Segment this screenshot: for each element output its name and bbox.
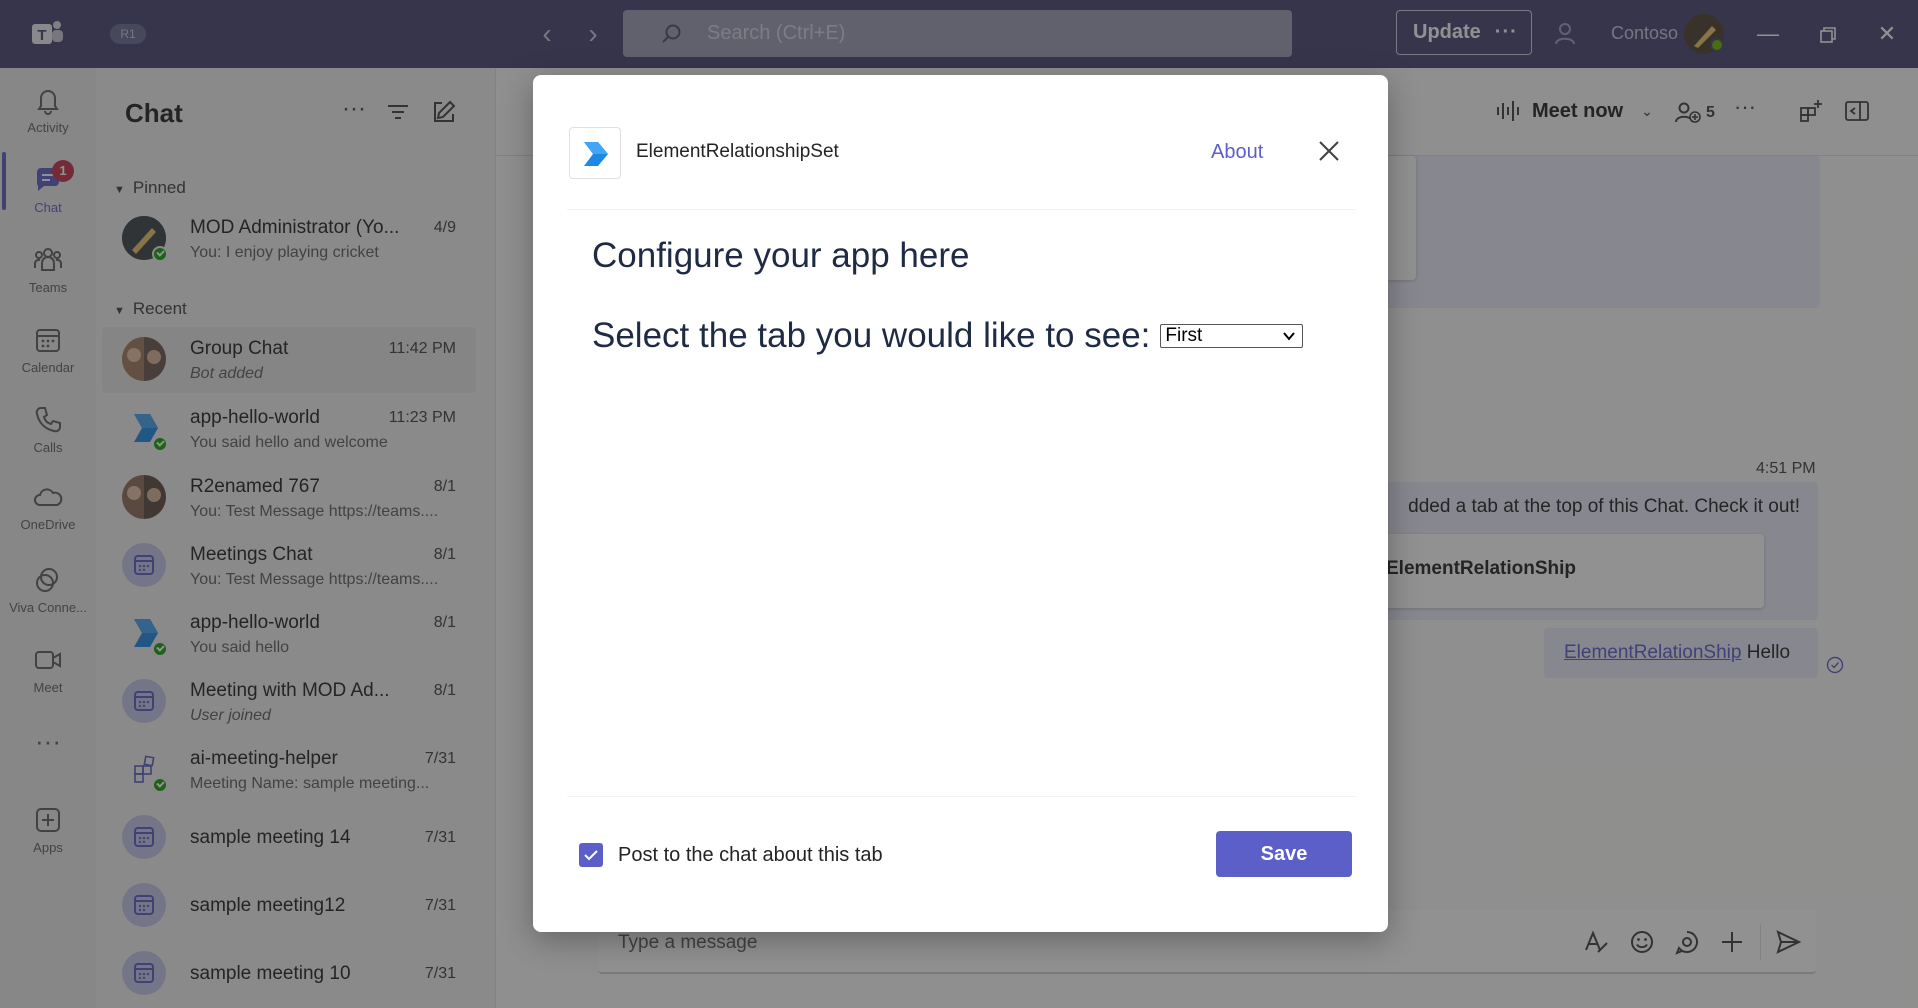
checkbox-label: Post to the chat about this tab	[618, 844, 883, 866]
checkmark-icon	[584, 850, 598, 861]
post-to-chat-checkbox[interactable]	[579, 843, 603, 867]
tab-select[interactable]: First	[1160, 324, 1304, 348]
select-prompt: Select the tab you would like to see:	[592, 316, 1151, 355]
config-heading: Configure your app here	[592, 236, 970, 275]
dialog-app-name: ElementRelationshipSet	[636, 141, 839, 162]
select-value: First	[1165, 325, 1203, 346]
app-config-dialog: ElementRelationshipSet About Configure y…	[533, 75, 1388, 932]
config-frame: Configure your app here Select the tab y…	[567, 209, 1356, 797]
about-link[interactable]: About	[1211, 141, 1263, 164]
close-icon[interactable]	[1315, 137, 1343, 165]
tab-select-row: Select the tab you would like to see: Fi…	[592, 316, 1304, 356]
save-button[interactable]: Save	[1216, 831, 1352, 877]
app-icon	[569, 127, 621, 179]
chevron-down-icon	[1283, 332, 1296, 341]
